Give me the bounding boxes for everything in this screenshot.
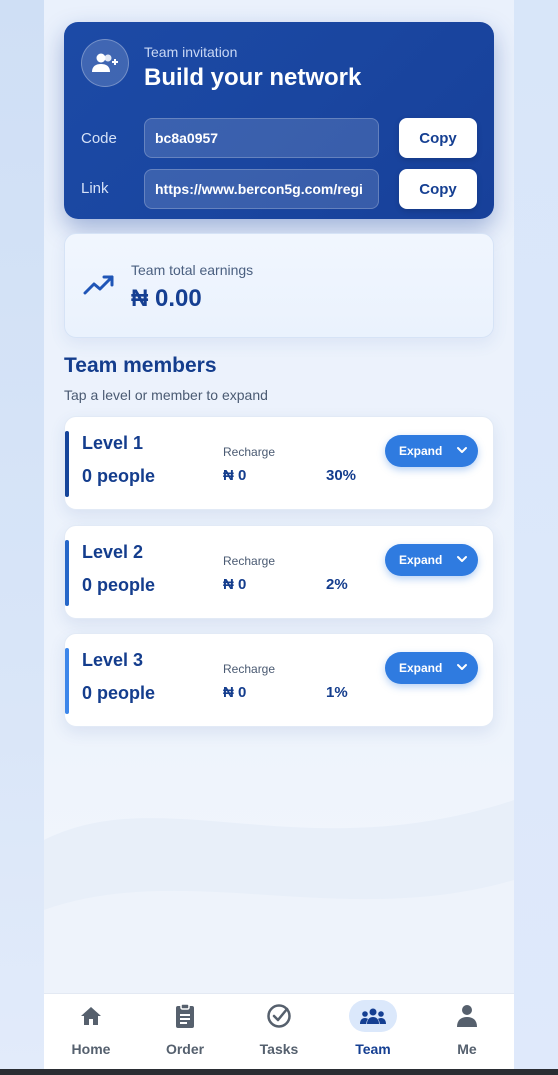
invite-title: Build your network	[144, 64, 362, 91]
background-left	[0, 0, 44, 1075]
bottom-border	[0, 1069, 558, 1075]
expand-label: Expand	[399, 661, 443, 675]
commission-percent: 1%	[326, 684, 348, 701]
invite-kicker: Team invitation	[144, 44, 238, 60]
chevron-down-icon	[457, 447, 467, 453]
level-people: 0 people	[82, 575, 156, 595]
nav-label: Team	[355, 1041, 391, 1057]
expand-button[interactable]: Expand	[385, 435, 478, 467]
chevron-down-icon	[457, 664, 467, 670]
level-accent-bar	[65, 431, 69, 497]
home-icon	[67, 1000, 115, 1032]
expand-button[interactable]: Expand	[385, 652, 478, 684]
copy-link-button[interactable]: Copy	[399, 169, 477, 209]
nav-label: Me	[457, 1041, 477, 1057]
level-accent-bar	[65, 540, 69, 606]
background-wave	[44, 800, 514, 1020]
earnings-label: Team total earnings	[131, 262, 254, 278]
level-name: Level 2	[82, 542, 144, 562]
nav-item-tasks[interactable]: Tasks	[232, 994, 326, 1070]
level-accent-bar	[65, 648, 69, 714]
add-user-icon	[81, 39, 129, 87]
bottom-nav: Home Order Tasks Team Me	[44, 993, 514, 1069]
link-label: Link	[81, 180, 109, 197]
recharge-value: ₦ 0	[223, 684, 247, 701]
commission-percent: 2%	[326, 576, 348, 593]
copy-code-button[interactable]: Copy	[399, 118, 477, 158]
trending-up-icon	[83, 275, 114, 295]
expand-button[interactable]: Expand	[385, 544, 478, 576]
code-label: Code	[81, 130, 117, 147]
expand-label: Expand	[399, 444, 443, 458]
person-icon	[443, 1000, 491, 1032]
level-card-2[interactable]: Level 2 0 people Recharge ₦ 0 2% Expand	[64, 525, 494, 619]
nav-label: Order	[165, 1041, 205, 1057]
nav-label: Home	[71, 1041, 111, 1057]
link-field[interactable]: https://www.bercon5g.com/regi	[144, 169, 379, 209]
recharge-value: ₦ 0	[223, 576, 247, 593]
check-circle-icon	[255, 1000, 303, 1032]
earnings-value: ₦ 0.00	[131, 285, 202, 312]
expand-label: Expand	[399, 553, 443, 567]
earnings-card: Team total earnings ₦ 0.00	[64, 233, 494, 338]
level-people: 0 people	[82, 683, 156, 703]
nav-item-team[interactable]: Team	[326, 994, 420, 1070]
code-field[interactable]: bc8a0957	[144, 118, 379, 158]
level-card-3[interactable]: Level 3 0 people Recharge ₦ 0 1% Expand	[64, 633, 494, 727]
commission-percent: 30%	[326, 467, 357, 484]
nav-item-order[interactable]: Order	[138, 994, 232, 1070]
level-card-1[interactable]: Level 1 0 people Recharge ₦ 0 30% Expand	[64, 416, 494, 510]
level-people: 0 people	[82, 466, 156, 486]
nav-label: Tasks	[259, 1041, 299, 1057]
team-members-subtitle: Tap a level or member to expand	[64, 387, 268, 403]
app-container: Team invitation Build your network Code …	[44, 0, 514, 1075]
recharge-label: Recharge	[223, 662, 276, 676]
invite-card: Team invitation Build your network Code …	[64, 22, 494, 219]
recharge-value: ₦ 0	[223, 467, 247, 484]
group-icon	[349, 1000, 397, 1032]
recharge-label: Recharge	[223, 445, 276, 459]
chevron-down-icon	[457, 556, 467, 562]
level-name: Level 1	[82, 433, 144, 453]
clipboard-icon	[161, 1000, 209, 1032]
recharge-label: Recharge	[223, 554, 276, 568]
nav-item-me[interactable]: Me	[420, 994, 514, 1070]
level-name: Level 3	[82, 650, 144, 670]
team-members-title: Team members	[64, 354, 217, 377]
nav-item-home[interactable]: Home	[44, 994, 138, 1070]
background-right	[514, 0, 558, 1075]
